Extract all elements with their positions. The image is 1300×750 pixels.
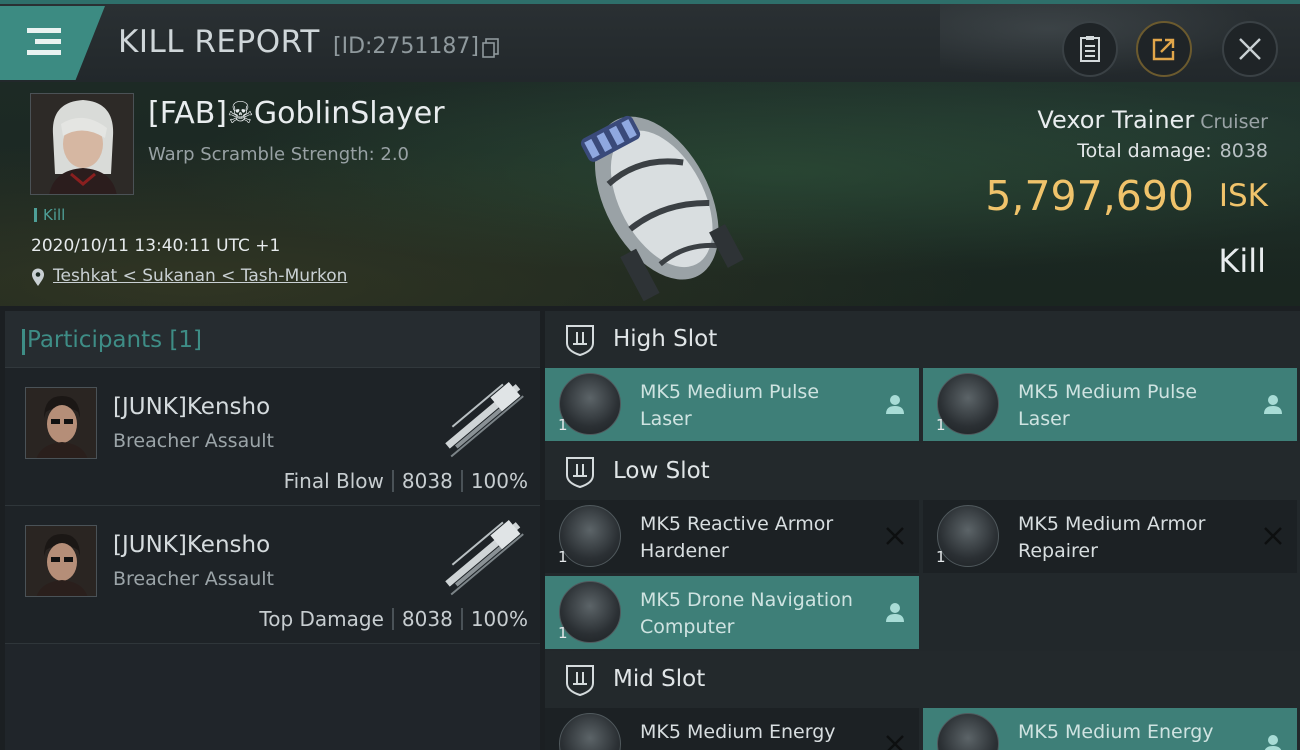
mid-slot-icon (566, 665, 594, 697)
module-qty: 1 (936, 416, 946, 434)
participant-ship: Breacher Assault (113, 568, 274, 590)
hamburger-menu-icon (27, 28, 61, 61)
module-low-2[interactable]: 1 MK5 Medium Armor Repairer (923, 500, 1297, 573)
pulse-laser-icon (937, 373, 999, 435)
kill-id: [ID:2751187] (333, 34, 479, 59)
destroyed-x-icon (886, 735, 904, 750)
mid-slot-label: Mid Slot (613, 666, 706, 692)
destroyed-x-icon (886, 527, 904, 545)
module-mid-2[interactable]: 1 MK5 Medium Energy (923, 708, 1297, 750)
participant-role: Top Damage (259, 607, 384, 631)
participant-portrait-image (26, 388, 96, 458)
close-icon (1239, 38, 1261, 60)
close-button[interactable] (1222, 21, 1278, 77)
participant-damage: 8038 (401, 469, 453, 493)
module-name: MK5 Medium Armor Repairer (1018, 513, 1206, 562)
pulse-laser-icon (559, 373, 621, 435)
kill-location[interactable]: Teshkat < Sukanan < Tash-Murkon (31, 266, 347, 286)
participants-title: Participants [1] (22, 327, 202, 355)
participant-avatar (25, 387, 97, 459)
clipboard-icon (1080, 36, 1100, 62)
participant-portrait-image (26, 526, 96, 596)
module-qty: 1 (558, 624, 568, 642)
copy-icon[interactable] (482, 38, 500, 58)
victim-ship-name: Vexor Trainer Cruiser (1037, 106, 1268, 134)
location-link[interactable]: Teshkat < Sukanan < Tash-Murkon (53, 266, 347, 286)
low-slot-header: Low Slot (545, 443, 1300, 500)
destroyed-x-icon (1264, 527, 1282, 545)
fitting-panel: High Slot 1 MK5 Medium Pulse Laser 1 MK5… (545, 311, 1300, 750)
dropped-person-icon (1264, 395, 1282, 414)
participant-role: Final Blow (283, 469, 384, 493)
participant-percent: 100% (470, 469, 528, 493)
participant-ship: Breacher Assault (113, 430, 274, 452)
module-name: MK5 Medium Pulse Laser (640, 381, 820, 430)
module-mid-1[interactable]: 1 MK5 Medium Energy (545, 708, 919, 750)
armor-hardener-icon (559, 505, 621, 567)
module-qty: 1 (936, 548, 946, 566)
header-bar: KILL REPORT [ID:2751187] (0, 0, 1300, 86)
participant-ship-image (445, 382, 524, 458)
participants-panel: Participants [1] [JUNK]Kensho Breacher A… (5, 311, 540, 750)
victim-portrait[interactable] (30, 93, 134, 195)
participant-percent: 100% (470, 607, 528, 631)
energy-module-icon (937, 713, 999, 750)
module-name: MK5 Drone Navigation Computer (640, 589, 853, 638)
participant-stats: Top Damage 8038 100% (259, 607, 528, 631)
menu-button[interactable] (0, 6, 105, 80)
participant-damage: 8038 (401, 607, 453, 631)
share-icon (1152, 38, 1175, 61)
module-qty: 1 (558, 548, 568, 566)
module-low-1[interactable]: 1 MK5 Reactive Armor Hardener (545, 500, 919, 573)
drone-nav-computer-icon (559, 581, 621, 643)
victim-ship-image[interactable] (555, 86, 745, 301)
armor-repairer-icon (937, 505, 999, 567)
mid-slot-header: Mid Slot (545, 651, 1300, 708)
participant-name: [JUNK]Kensho (113, 394, 271, 420)
low-slot-icon (566, 457, 594, 489)
kill-result-label: Kill (1218, 242, 1266, 280)
module-name: MK5 Medium Energy (1018, 721, 1214, 743)
kill-timestamp: 2020/10/11 13:40:11 UTC +1 (31, 236, 281, 256)
module-high-1[interactable]: 1 MK5 Medium Pulse Laser (545, 368, 919, 441)
ship-name-text: Vexor Trainer (1037, 106, 1195, 134)
participant-row[interactable]: [JUNK]Kensho Breacher Assault Final Blow… (5, 368, 540, 506)
participant-name: [JUNK]Kensho (113, 532, 271, 558)
page-title: KILL REPORT (118, 24, 320, 60)
participant-ship-image (445, 520, 524, 596)
high-slot-icon (566, 325, 594, 357)
energy-module-icon (559, 713, 621, 750)
module-high-2[interactable]: 1 MK5 Medium Pulse Laser (923, 368, 1297, 441)
module-name: MK5 Medium Pulse Laser (1018, 381, 1198, 430)
module-low-3[interactable]: 1 MK5 Drone Navigation Computer (545, 576, 919, 649)
participant-row[interactable]: [JUNK]Kensho Breacher Assault Top Damage… (5, 506, 540, 644)
module-name: MK5 Reactive Armor Hardener (640, 513, 834, 562)
participant-avatar (25, 525, 97, 597)
isk-unit: ISK (1218, 178, 1268, 214)
participants-header: Participants [1] (5, 311, 540, 368)
module-qty: 1 (558, 416, 568, 434)
total-damage-label: Total damage: (1077, 140, 1212, 162)
high-slot-label: High Slot (613, 326, 718, 352)
clipboard-button[interactable] (1062, 21, 1118, 77)
isk-value: 5,797,690 (985, 172, 1194, 220)
dropped-person-icon (1264, 735, 1282, 750)
victim-panel: [FAB]☠GoblinSlayer Warp Scramble Strengt… (0, 82, 1300, 306)
module-name: MK5 Medium Energy (640, 721, 836, 743)
pilot-avatar-image (31, 94, 133, 194)
share-button[interactable] (1136, 21, 1192, 77)
high-slot-header: High Slot (545, 311, 1300, 368)
total-damage-value: 8038 (1219, 140, 1268, 162)
dropped-person-icon (886, 395, 904, 414)
location-pin-icon (32, 268, 44, 286)
low-slot-label: Low Slot (613, 458, 710, 484)
total-damage: Total damage: 8038 (1077, 140, 1268, 162)
participant-stats: Final Blow 8038 100% (284, 469, 528, 493)
kill-tag: Kill (34, 206, 65, 224)
ship-class: Cruiser (1200, 111, 1268, 133)
victim-name[interactable]: [FAB]☠GoblinSlayer (148, 96, 445, 131)
dropped-person-icon (886, 603, 904, 622)
victim-subtitle: Warp Scramble Strength: 2.0 (148, 144, 410, 165)
